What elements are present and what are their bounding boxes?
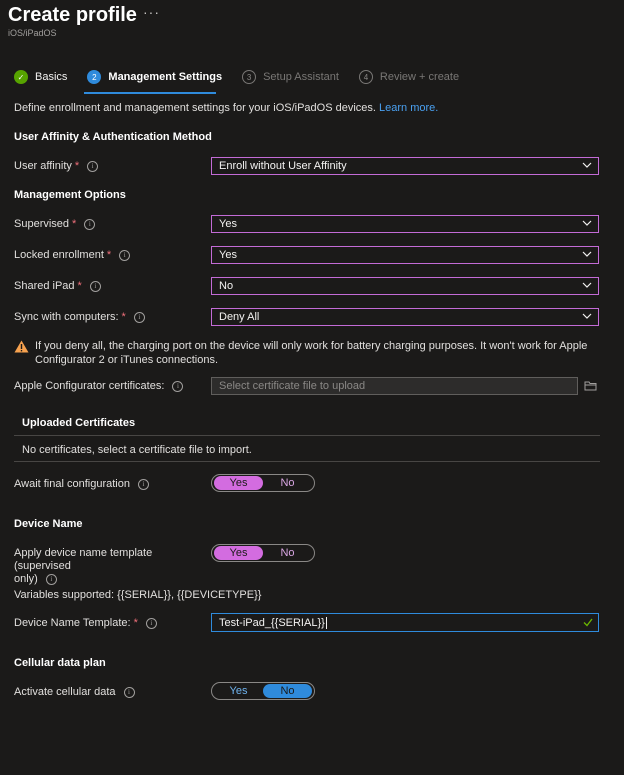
field-label: Await final configuration — [14, 478, 130, 490]
required-marker: * — [133, 617, 138, 629]
supervised-label: Supervised * i — [14, 218, 96, 230]
chevron-down-icon — [582, 251, 592, 257]
learn-more-link[interactable]: Learn more. — [379, 102, 438, 114]
required-marker: * — [74, 160, 80, 172]
input-value: Test-iPad_{{SERIAL}} — [219, 616, 325, 629]
field-label: User affinity — [14, 160, 72, 172]
step-basics[interactable]: ✓ Basics — [14, 70, 67, 84]
toggle-yes-option[interactable]: Yes — [214, 546, 263, 560]
dropdown-value: Enroll without User Affinity — [219, 160, 347, 172]
toggle-no-option[interactable]: No — [263, 476, 312, 490]
field-label-line1: Apply device name template (supervised — [14, 547, 153, 572]
field-label: Locked enrollment — [14, 249, 104, 261]
dropdown-value: Yes — [219, 218, 237, 230]
info-icon[interactable]: i — [87, 160, 99, 172]
required-marker: * — [121, 311, 126, 323]
field-label: Supervised — [14, 218, 70, 230]
field-label: Apple Configurator certificates: — [14, 380, 165, 392]
field-label: Activate cellular data — [14, 686, 116, 698]
variables-supported-text: Variables supported: {{SERIAL}}, {{DEVIC… — [14, 589, 262, 601]
uploaded-certificates-heading: Uploaded Certificates — [22, 417, 136, 429]
user-affinity-dropdown[interactable]: Enroll without User Affinity — [211, 157, 599, 175]
step-number-icon: 3 — [242, 70, 257, 84]
field-label: Sync with computers: — [14, 311, 119, 323]
required-marker: * — [72, 218, 77, 230]
field-label-line2-wrap: only) i — [14, 573, 209, 586]
info-icon[interactable]: i — [119, 249, 131, 261]
chevron-down-icon — [582, 282, 592, 288]
step-review-create[interactable]: 4 Review + create — [358, 70, 460, 84]
chevron-down-icon — [582, 313, 592, 319]
section-heading-management: Management Options — [14, 189, 126, 201]
no-certificates-message: No certificates, select a certificate fi… — [22, 444, 252, 456]
supervised-dropdown[interactable]: Yes — [211, 215, 599, 233]
locked-enrollment-label: Locked enrollment * i — [14, 249, 131, 261]
dropdown-value: No — [219, 280, 234, 292]
warning-icon — [14, 340, 29, 353]
chevron-down-icon — [582, 162, 592, 168]
shared-ipad-dropdown[interactable]: No — [211, 277, 599, 295]
device-name-template-label: Device Name Template: * i — [14, 617, 157, 629]
dropdown-value: Yes — [219, 249, 237, 261]
info-icon[interactable]: i — [89, 280, 101, 292]
required-marker: * — [77, 280, 82, 292]
section-heading-cellular: Cellular data plan — [14, 657, 106, 669]
step-number-icon: 4 — [358, 70, 373, 84]
divider — [14, 435, 600, 436]
dropdown-value: Deny All — [219, 311, 260, 323]
folder-icon[interactable] — [582, 377, 599, 395]
warning-message: If you deny all, the charging port on th… — [35, 340, 588, 366]
toggle-yes-option[interactable]: Yes — [214, 684, 263, 698]
step-label: Basics — [35, 71, 68, 83]
step-complete-icon: ✓ — [14, 70, 28, 84]
checkmark-icon — [583, 618, 593, 627]
locked-enrollment-dropdown[interactable]: Yes — [211, 246, 599, 264]
step-management-settings[interactable]: 2 Management Settings — [87, 70, 222, 84]
shared-ipad-label: Shared iPad * i — [14, 280, 101, 292]
section-heading-affinity: User Affinity & Authentication Method — [14, 131, 212, 143]
user-affinity-label: User affinity * i — [14, 160, 99, 172]
await-final-config-toggle[interactable]: Yes No — [211, 474, 315, 492]
step-label: Management Settings — [108, 71, 223, 83]
toggle-no-option[interactable]: No — [263, 684, 312, 698]
field-label: Shared iPad — [14, 280, 75, 292]
wizard-steps: ✓ Basics 2 Management Settings 3 Setup A… — [14, 68, 479, 86]
info-icon[interactable]: i — [84, 218, 96, 230]
apply-template-toggle[interactable]: Yes No — [211, 544, 315, 562]
await-final-config-label: Await final configuration i — [14, 478, 149, 490]
device-name-template-input[interactable]: Test-iPad_{{SERIAL}} — [211, 613, 599, 632]
sync-computers-dropdown[interactable]: Deny All — [211, 308, 599, 326]
apply-template-label: Apply device name template (supervised o… — [14, 547, 209, 586]
certificate-file-input[interactable]: Select certificate file to upload — [211, 377, 578, 395]
step-setup-assistant[interactable]: 3 Setup Assistant — [242, 70, 339, 84]
apple-configurator-label: Apple Configurator certificates: i — [14, 380, 184, 392]
activate-cellular-toggle[interactable]: Yes No — [211, 682, 315, 700]
info-icon[interactable]: i — [123, 686, 135, 698]
description-text: Define enrollment and management setting… — [14, 102, 376, 114]
step-number-icon: 2 — [87, 70, 102, 84]
page-subtitle: iOS/iPadOS — [8, 28, 57, 38]
divider — [14, 461, 600, 462]
sync-computers-label: Sync with computers: * i — [14, 311, 145, 323]
info-icon[interactable]: i — [172, 380, 184, 392]
step-label: Review + create — [379, 71, 460, 83]
info-icon[interactable]: i — [145, 617, 157, 629]
field-label: Device Name Template: — [14, 617, 131, 629]
required-marker: * — [106, 249, 112, 261]
activate-cellular-label: Activate cellular data i — [14, 686, 135, 698]
page-title: Create profile — [8, 4, 137, 26]
field-label-line2: only) — [14, 573, 38, 585]
info-icon[interactable]: i — [133, 311, 145, 323]
toggle-yes-option[interactable]: Yes — [214, 476, 263, 490]
chevron-down-icon — [582, 220, 592, 226]
more-options-icon[interactable]: ··· — [143, 4, 160, 20]
section-heading-device-name: Device Name — [14, 518, 83, 530]
toggle-no-option[interactable]: No — [263, 546, 312, 560]
step-label: Setup Assistant — [263, 71, 339, 83]
page-description: Define enrollment and management setting… — [14, 102, 438, 114]
active-step-indicator — [84, 92, 216, 94]
text-caret — [325, 616, 327, 629]
info-icon[interactable]: i — [45, 574, 57, 585]
info-icon[interactable]: i — [137, 478, 149, 490]
